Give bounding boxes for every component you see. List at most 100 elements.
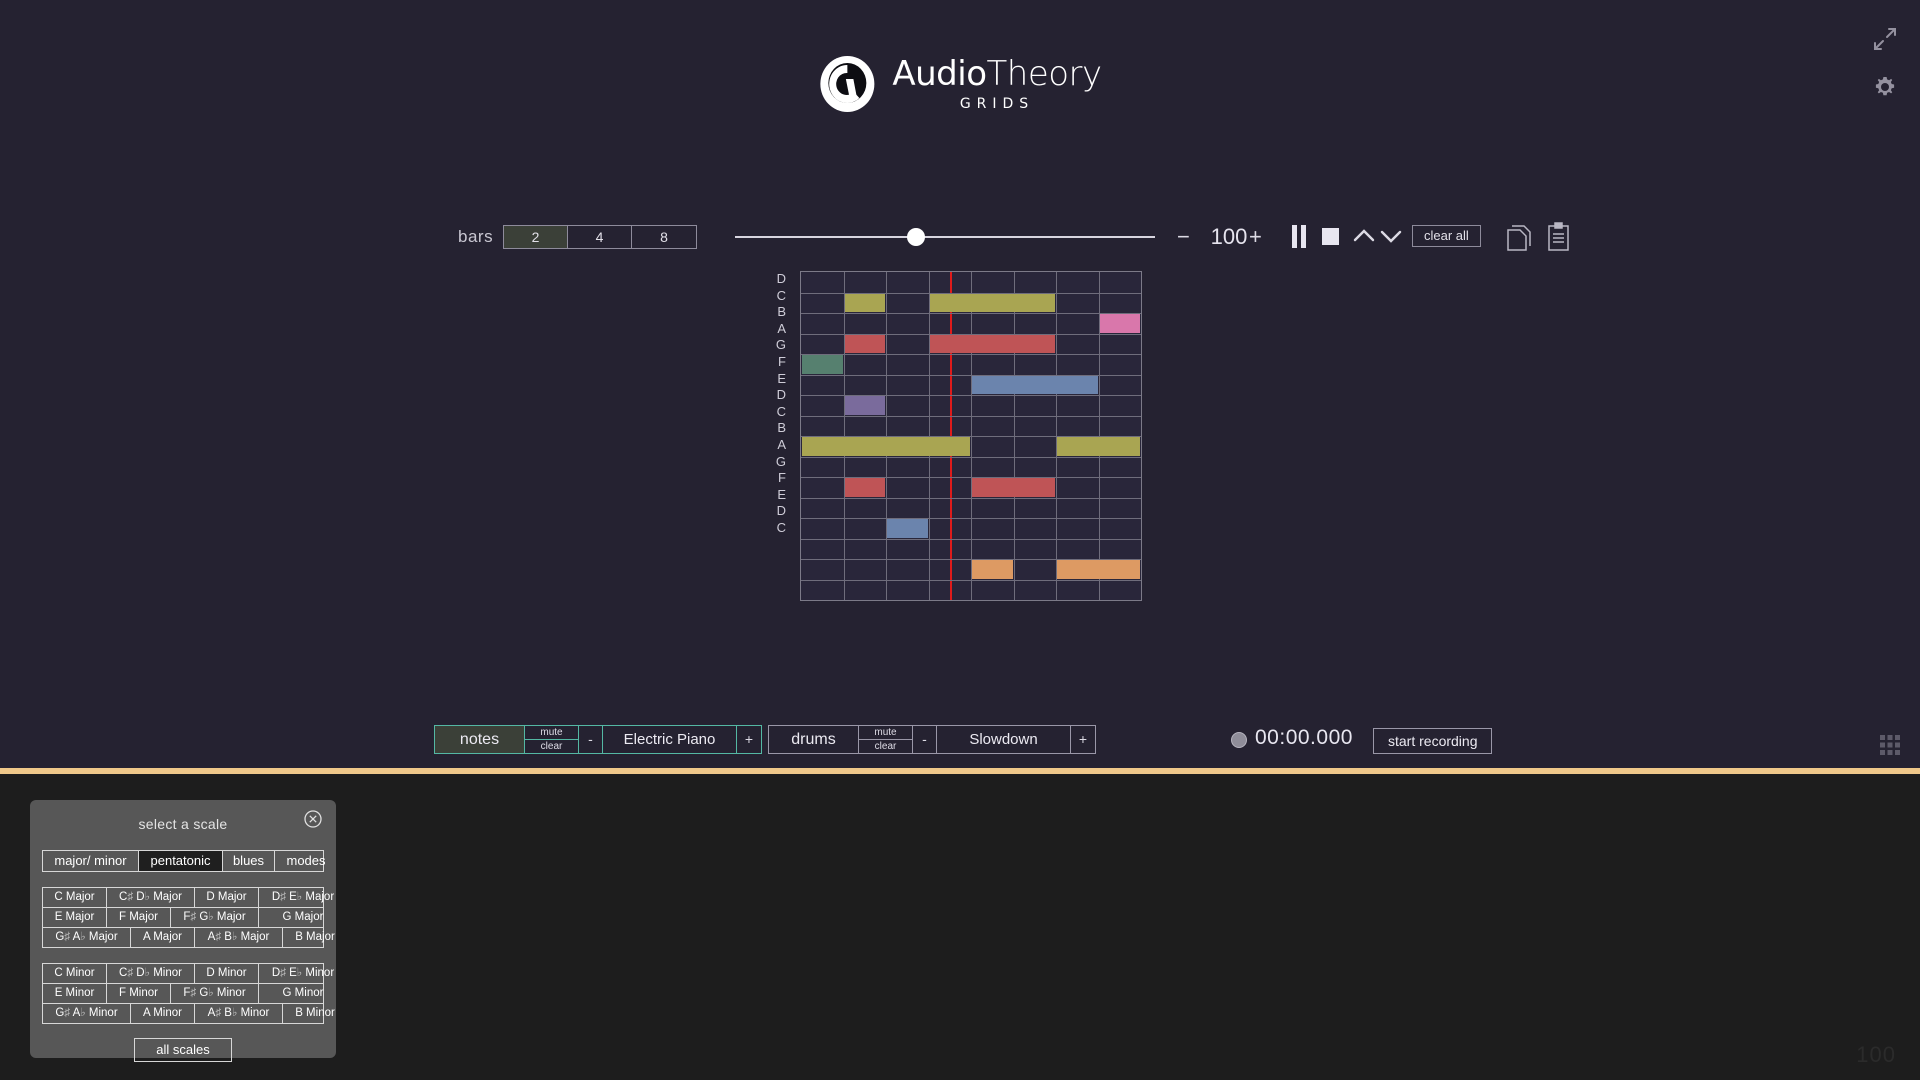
scale-option[interactable]: G♯ A♭ Minor — [43, 1004, 131, 1023]
chevron-up-icon[interactable] — [1353, 226, 1375, 251]
instrument-mute-button[interactable]: mute — [525, 726, 578, 740]
close-icon[interactable] — [304, 810, 322, 833]
major-scale-list[interactable]: C Major C♯ D♭ Major D Major D♯ E♭ Major E Ma… — [42, 887, 335, 948]
grid-row-label: B — [777, 420, 786, 436]
grid-note[interactable] — [802, 437, 970, 456]
grid-note[interactable] — [844, 334, 885, 353]
scale-category-blues[interactable]: blues — [223, 851, 275, 871]
scale-option[interactable]: F♯ G♭ Minor — [171, 984, 259, 1003]
clear-all-button[interactable]: clear all — [1412, 225, 1481, 247]
instrument-name-notes[interactable]: notes — [435, 726, 525, 753]
start-recording-button[interactable]: start recording — [1373, 728, 1493, 754]
scale-category-pentatonic[interactable]: pentatonic — [139, 851, 223, 871]
scale-option[interactable]: A Major — [131, 928, 195, 947]
fullscreen-expand-icon[interactable] — [1872, 26, 1898, 52]
scale-panel-title: select a scale — [138, 816, 228, 832]
bars-option-4[interactable]: 4 — [568, 226, 632, 248]
instrument-patch-name[interactable]: Electric Piano — [603, 726, 737, 753]
grid-row-label: G — [775, 337, 786, 353]
grid-note[interactable] — [929, 334, 1055, 353]
scale-option[interactable]: C♯ D♭ Major — [107, 888, 195, 907]
scale-category-tabs[interactable]: major/ minor pentatonic blues modes — [42, 850, 326, 872]
grid-row-label: C — [776, 287, 786, 303]
scale-option[interactable]: A♯ B♭ Major — [195, 928, 283, 947]
tempo-increase-button[interactable]: + — [1249, 225, 1262, 249]
grid-note[interactable] — [972, 478, 1055, 497]
tempo-slider[interactable] — [735, 228, 1155, 246]
apps-grid-icon[interactable] — [1880, 735, 1900, 760]
instrument-track-notes: notes mute clear - Electric Piano + — [434, 725, 762, 754]
gear-icon[interactable] — [1872, 74, 1898, 100]
scale-option[interactable]: C Minor — [43, 964, 107, 983]
grid-note[interactable] — [972, 375, 1098, 394]
grid-row-label: E — [777, 486, 786, 502]
instrument-next-patch-button[interactable]: + — [1071, 726, 1095, 753]
grid-note[interactable] — [972, 560, 1013, 579]
grid-row-label: C — [776, 519, 786, 535]
instrument-name-drums[interactable]: drums — [769, 726, 859, 753]
tempo-decrease-button[interactable]: − — [1177, 225, 1190, 249]
grid-row-label: A — [777, 436, 786, 452]
scale-category-major--minor[interactable]: major/ minor — [43, 851, 139, 871]
scale-option[interactable]: G♯ A♭ Major — [43, 928, 131, 947]
bars-label: bars — [458, 227, 494, 246]
grid-note[interactable] — [844, 293, 885, 312]
scale-row: G♯ A♭ Major A Major A♯ B♭ Major B Major — [43, 928, 335, 947]
scale-option[interactable]: D Minor — [195, 964, 259, 983]
grid-row-labels: DCBAGFEDCBAGFEDC — [752, 271, 792, 537]
instrument-prev-patch-button[interactable]: - — [579, 726, 603, 753]
logo-subtitle: GRIDS — [959, 96, 1035, 112]
grid-note[interactable] — [1099, 314, 1140, 333]
chevron-down-icon[interactable] — [1380, 226, 1402, 251]
grid-note[interactable] — [887, 519, 928, 538]
grid-line — [886, 272, 887, 600]
grid-row-label: G — [775, 453, 786, 469]
scale-option[interactable]: F♯ G♭ Major — [171, 908, 259, 927]
instrument-patch-name[interactable]: Slowdown — [937, 726, 1071, 753]
scale-option[interactable]: C Major — [43, 888, 107, 907]
scale-option[interactable]: F Minor — [107, 984, 171, 1003]
grid-row-label: C — [776, 403, 786, 419]
record-dot-icon[interactable] — [1231, 732, 1247, 748]
minor-scale-list[interactable]: C Minor C♯ D♭ Minor D Minor D♯ E♭ Minor E Mi… — [42, 963, 335, 1024]
scale-option[interactable]: D♯ E♭ Minor — [259, 964, 347, 983]
scale-option[interactable]: D Major — [195, 888, 259, 907]
instrument-mute-button[interactable]: mute — [859, 726, 912, 740]
bars-option-2[interactable]: 2 — [504, 226, 568, 248]
scale-option[interactable]: C♯ D♭ Minor — [107, 964, 195, 983]
scale-category-modes[interactable]: modes — [275, 851, 337, 871]
tempo-slider-knob[interactable] — [906, 228, 925, 246]
scale-option[interactable]: G Minor — [259, 984, 347, 1003]
scale-option[interactable]: D♯ E♭ Major — [259, 888, 347, 907]
scale-option[interactable]: B Major — [283, 928, 347, 947]
scale-option[interactable]: E Major — [43, 908, 107, 927]
scale-option[interactable]: E Minor — [43, 984, 107, 1003]
scale-option[interactable]: A Minor — [131, 1004, 195, 1023]
note-grid[interactable] — [800, 271, 1142, 601]
instrument-clear-button[interactable]: clear — [525, 740, 578, 753]
grid-note[interactable] — [802, 355, 843, 374]
scale-option[interactable]: B Minor — [283, 1004, 347, 1023]
grid-note[interactable] — [844, 478, 885, 497]
audiotheory-logo-mark — [820, 56, 875, 112]
stop-icon[interactable] — [1322, 228, 1339, 245]
grid-note[interactable] — [929, 293, 1055, 312]
instrument-prev-patch-button[interactable]: - — [913, 726, 937, 753]
copy-icon[interactable] — [1505, 220, 1533, 257]
scale-row: E Major F Major F♯ G♭ Major G Major — [43, 908, 323, 928]
all-scales-button[interactable]: all scales — [134, 1038, 232, 1062]
grid-row-label: D — [776, 271, 786, 286]
pause-icon[interactable] — [1290, 225, 1308, 253]
bars-option-8[interactable]: 8 — [632, 226, 696, 248]
scale-option[interactable]: A♯ B♭ Minor — [195, 1004, 283, 1023]
scale-option[interactable]: F Major — [107, 908, 171, 927]
paste-icon[interactable] — [1545, 220, 1573, 257]
grid-note[interactable] — [1057, 437, 1140, 456]
grid-note[interactable] — [844, 396, 885, 415]
bars-selector[interactable]: 248 — [503, 225, 697, 249]
logo-title: AudioTheory — [892, 54, 1102, 94]
instrument-clear-button[interactable]: clear — [859, 740, 912, 753]
grid-note[interactable] — [1057, 560, 1140, 579]
scale-option[interactable]: G Major — [259, 908, 347, 927]
instrument-next-patch-button[interactable]: + — [737, 726, 761, 753]
